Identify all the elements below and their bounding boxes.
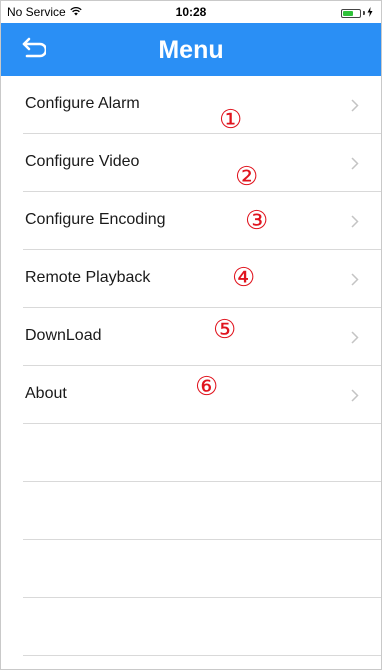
annotation-marker: ③ [245, 206, 269, 236]
battery-icon [341, 8, 361, 18]
annotation-marker: ⑤ [213, 315, 237, 345]
menu-item-configure-video[interactable]: Configure Video ② [1, 134, 381, 192]
status-time: 10:28 [175, 5, 207, 19]
menu-item-download[interactable]: DownLoad ⑤ [1, 308, 381, 366]
menu-item-label: DownLoad [25, 327, 102, 344]
annotation-marker: ① [219, 105, 243, 135]
chevron-right-icon [351, 331, 359, 349]
annotation-marker: ⑥ [195, 372, 219, 402]
charging-icon [367, 6, 373, 20]
menu-list: Configure Alarm ① Configure Video ② ③ Co… [1, 76, 381, 656]
menu-item-label: Configure Video [25, 153, 140, 170]
chevron-right-icon [351, 273, 359, 291]
empty-row [1, 540, 381, 598]
menu-item-label: About [25, 385, 67, 402]
page-title: Menu [158, 36, 224, 64]
menu-item-configure-alarm[interactable]: Configure Alarm ① [1, 76, 381, 134]
annotation-marker: ② [235, 162, 259, 192]
chevron-right-icon [351, 99, 359, 117]
menu-item-about[interactable]: About ⑥ [1, 366, 381, 424]
menu-item-remote-playback[interactable]: Remote Playback ④ [1, 250, 381, 308]
chevron-right-icon [351, 215, 359, 233]
annotation-marker: ④ [232, 263, 256, 293]
menu-item-label: Configure Alarm [25, 95, 140, 112]
empty-row [1, 482, 381, 540]
phone-screen: No Service 10:28 Menu Configure Alarm ① … [0, 0, 382, 670]
menu-item-label: Remote Playback [25, 269, 151, 286]
chevron-right-icon [351, 157, 359, 175]
navigation-bar: Menu [1, 23, 381, 76]
battery-tip [363, 11, 365, 15]
menu-item-label: Configure Encoding [25, 211, 166, 228]
status-bar: No Service 10:28 [1, 1, 381, 23]
menu-item-configure-encoding[interactable]: ③ Configure Encoding [1, 192, 381, 250]
empty-row [1, 424, 381, 482]
status-right [341, 6, 373, 20]
empty-row [1, 598, 381, 656]
battery-level-fill [343, 10, 353, 16]
chevron-right-icon [351, 389, 359, 407]
